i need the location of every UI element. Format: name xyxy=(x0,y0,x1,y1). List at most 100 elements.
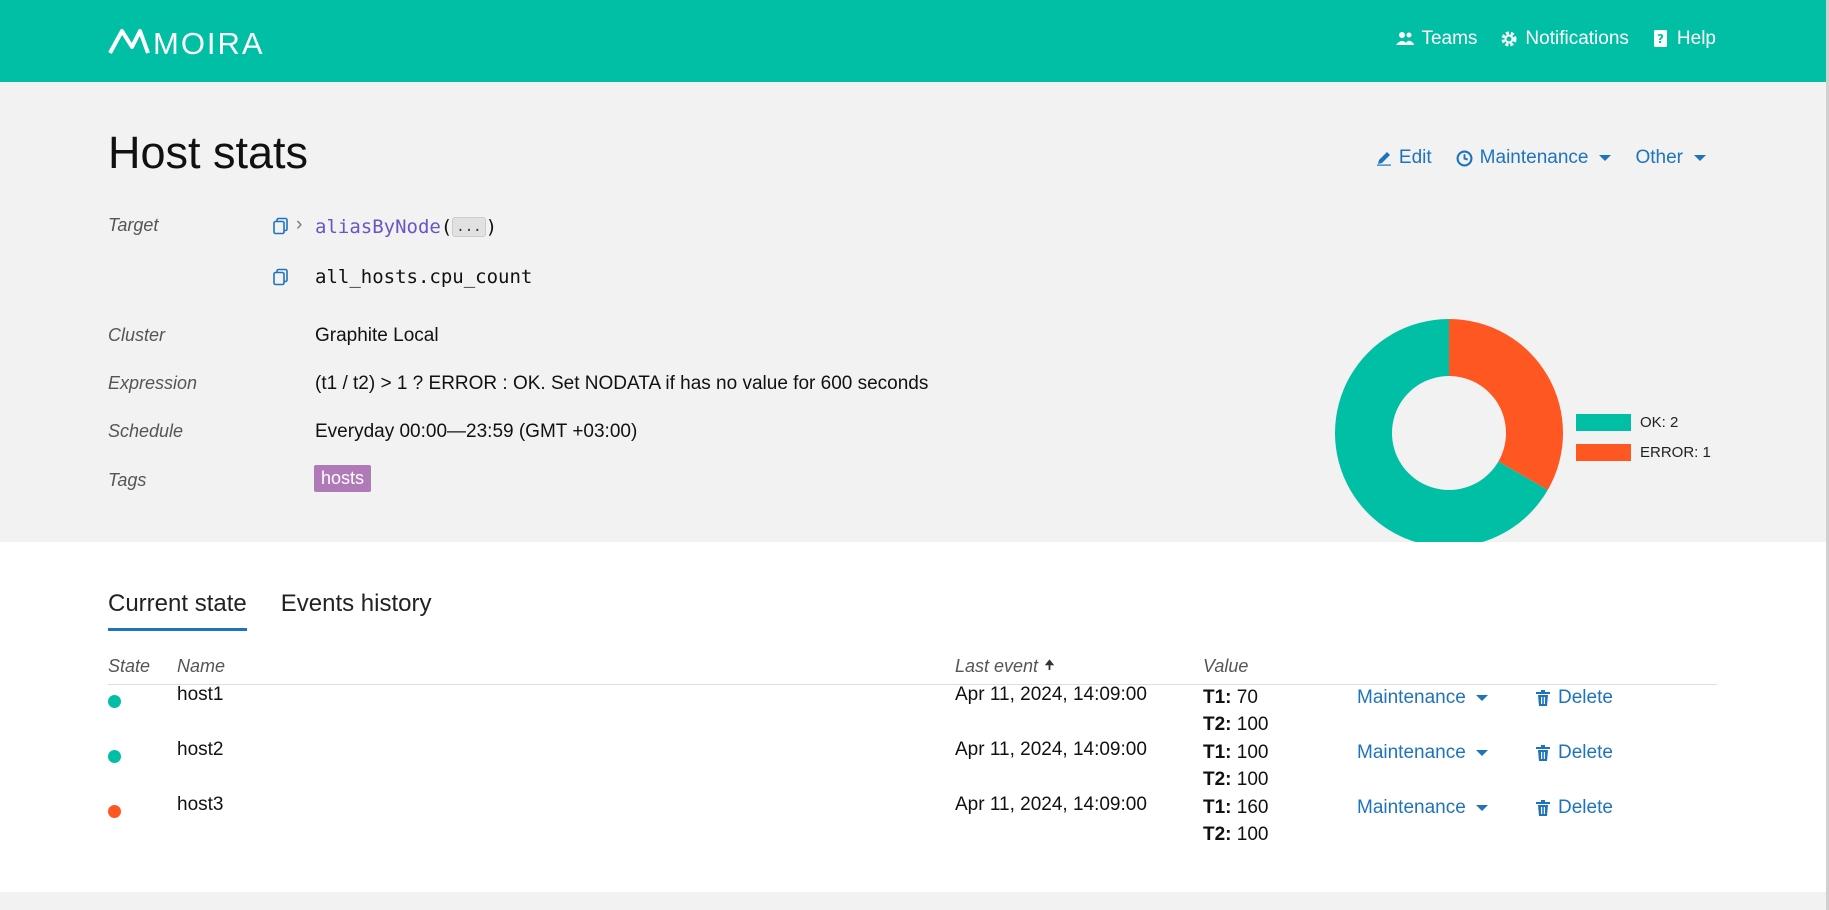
caret-down-icon xyxy=(1694,155,1706,161)
row-maintenance-dropdown[interactable]: Maintenance xyxy=(1357,797,1488,819)
t2-value: 100 xyxy=(1236,824,1269,845)
value-cell: T1: 160 T2: 100 xyxy=(1203,794,1268,848)
column-value: Value xyxy=(1203,656,1249,676)
pencil-icon xyxy=(1376,152,1391,166)
state-dot-icon xyxy=(108,805,121,818)
row-delete-button[interactable]: Delete xyxy=(1536,742,1613,764)
nav-help[interactable]: ? Help xyxy=(1651,28,1716,50)
help-icon: ? xyxy=(1653,30,1667,47)
schedule-label: Schedule xyxy=(108,421,184,441)
legend-swatch xyxy=(1576,413,1631,431)
t1-label: T1: xyxy=(1203,687,1232,708)
tags-label: Tags xyxy=(108,470,147,490)
last-event-time: Apr 11, 2024, 14:09:00 xyxy=(955,739,1147,760)
trigger-actions: Edit Maintenance Other xyxy=(1376,147,1706,169)
team-icon xyxy=(1396,32,1415,45)
expression-label: Expression xyxy=(108,373,198,393)
maintenance-label: Maintenance xyxy=(1479,147,1589,168)
top-nav: Teams Notifications ? Help xyxy=(1395,28,1716,50)
row-maintenance-label: Maintenance xyxy=(1357,687,1466,708)
tab-bar: Current state Events history xyxy=(108,590,431,631)
state-donut-chart xyxy=(1335,319,1563,547)
row-maintenance-dropdown[interactable]: Maintenance xyxy=(1357,742,1488,764)
t2-label: T2: xyxy=(1203,769,1232,790)
nav-notifications-label: Notifications xyxy=(1525,28,1629,49)
logo-mark-icon xyxy=(108,29,150,54)
t1-value: 100 xyxy=(1236,742,1269,763)
column-state[interactable]: State xyxy=(108,656,150,677)
table-header: State Name Last event 🠉 Value xyxy=(108,650,1717,685)
caret-down-icon xyxy=(1475,750,1488,756)
tags-row: Tags hosts xyxy=(108,465,1108,500)
moira-logo[interactable]: MOIRA xyxy=(108,25,263,61)
row-delete-button[interactable]: Delete xyxy=(1536,797,1613,819)
copy-icon[interactable] xyxy=(272,268,290,286)
target-label: Target xyxy=(108,215,159,235)
gear-icon xyxy=(1501,31,1517,47)
row-delete-label: Delete xyxy=(1558,742,1613,763)
trash-icon xyxy=(1536,690,1550,706)
expression-row: Expression (t1 / t2) > 1 ? ERROR : OK. S… xyxy=(108,373,1108,403)
tab-current-state[interactable]: Current state xyxy=(108,590,247,631)
row-delete-label: Delete xyxy=(1558,797,1613,818)
t2-value: 100 xyxy=(1236,769,1269,790)
nav-help-label: Help xyxy=(1676,28,1716,49)
target-row: Target › aliasByNode(...) xyxy=(108,214,1108,245)
cluster-value: Graphite Local xyxy=(315,325,439,346)
row-delete-button[interactable]: Delete xyxy=(1536,687,1613,709)
table-row: host1 Apr 11, 2024, 14:09:00 T1: 70 T2: … xyxy=(108,684,1717,739)
legend-swatch xyxy=(1576,443,1631,461)
tag-badge[interactable]: hosts xyxy=(314,465,372,492)
legend-label: ERROR: 1 xyxy=(1640,443,1711,461)
edit-button[interactable]: Edit xyxy=(1376,147,1432,169)
state-dot-icon xyxy=(108,750,121,763)
nav-teams-label: Teams xyxy=(1421,28,1478,49)
cluster-label: Cluster xyxy=(108,325,166,345)
svg-text:?: ? xyxy=(1657,32,1664,46)
metrics-panel: Current state Events history State Name … xyxy=(0,542,1826,892)
host-name: host2 xyxy=(177,739,224,760)
maintenance-dropdown[interactable]: Maintenance xyxy=(1456,147,1612,169)
expand-args-button[interactable]: ... xyxy=(452,217,486,237)
chart-legend: OK: 2 ERROR: 1 xyxy=(1576,407,1711,467)
paren-close: ) xyxy=(485,216,498,238)
t1-label: T1: xyxy=(1203,797,1232,818)
other-label: Other xyxy=(1635,147,1683,168)
paren-open: ( xyxy=(440,216,453,238)
logo-text: MOIRA xyxy=(153,26,265,61)
tab-events-history[interactable]: Events history xyxy=(281,590,432,631)
target-metric-row: all_hosts.cpu_count xyxy=(108,266,1108,296)
schedule-value: Everyday 00:00—23:59 (GMT +03:00) xyxy=(315,421,638,442)
donut-slice-error xyxy=(1449,319,1563,490)
schedule-row: Schedule Everyday 00:00—23:59 (GMT +03:0… xyxy=(108,421,1108,451)
state-dot-icon xyxy=(108,695,121,708)
nav-notifications[interactable]: Notifications xyxy=(1499,28,1629,50)
column-last-event[interactable]: Last event 🠉 xyxy=(955,656,1055,678)
value-cell: T1: 100 T2: 100 xyxy=(1203,739,1268,793)
row-maintenance-dropdown[interactable]: Maintenance xyxy=(1357,687,1488,709)
column-last-event-label: Last event xyxy=(955,656,1039,676)
table-row: host2 Apr 11, 2024, 14:09:00 T1: 100 T2:… xyxy=(108,739,1717,794)
target-expression: aliasByNode(...) xyxy=(315,216,497,238)
expand-chevron-icon[interactable]: › xyxy=(296,214,302,236)
caret-down-icon xyxy=(1475,695,1488,701)
row-maintenance-label: Maintenance xyxy=(1357,797,1466,818)
row-maintenance-label: Maintenance xyxy=(1357,742,1466,763)
table-row: host3 Apr 11, 2024, 14:09:00 T1: 160 T2:… xyxy=(108,794,1717,849)
t2-value: 100 xyxy=(1236,714,1269,735)
app-header: MOIRA Teams Notifications ? Help xyxy=(0,0,1826,82)
caret-down-icon xyxy=(1475,805,1488,811)
copy-icon[interactable] xyxy=(272,217,290,235)
other-dropdown[interactable]: Other xyxy=(1635,147,1706,169)
trash-icon xyxy=(1536,800,1550,816)
last-event-time: Apr 11, 2024, 14:09:00 xyxy=(955,794,1147,815)
cluster-row: Cluster Graphite Local xyxy=(108,325,1108,355)
clock-icon xyxy=(1456,150,1473,166)
column-name[interactable]: Name xyxy=(177,656,225,677)
trash-icon xyxy=(1536,745,1550,761)
target-metric: all_hosts.cpu_count xyxy=(315,266,533,288)
t1-value: 160 xyxy=(1236,797,1269,818)
nav-teams[interactable]: Teams xyxy=(1395,28,1477,50)
trigger-info: Host stats Edit Maintenance Other Target xyxy=(0,82,1826,547)
legend-item-ok: OK: 2 xyxy=(1576,407,1711,437)
